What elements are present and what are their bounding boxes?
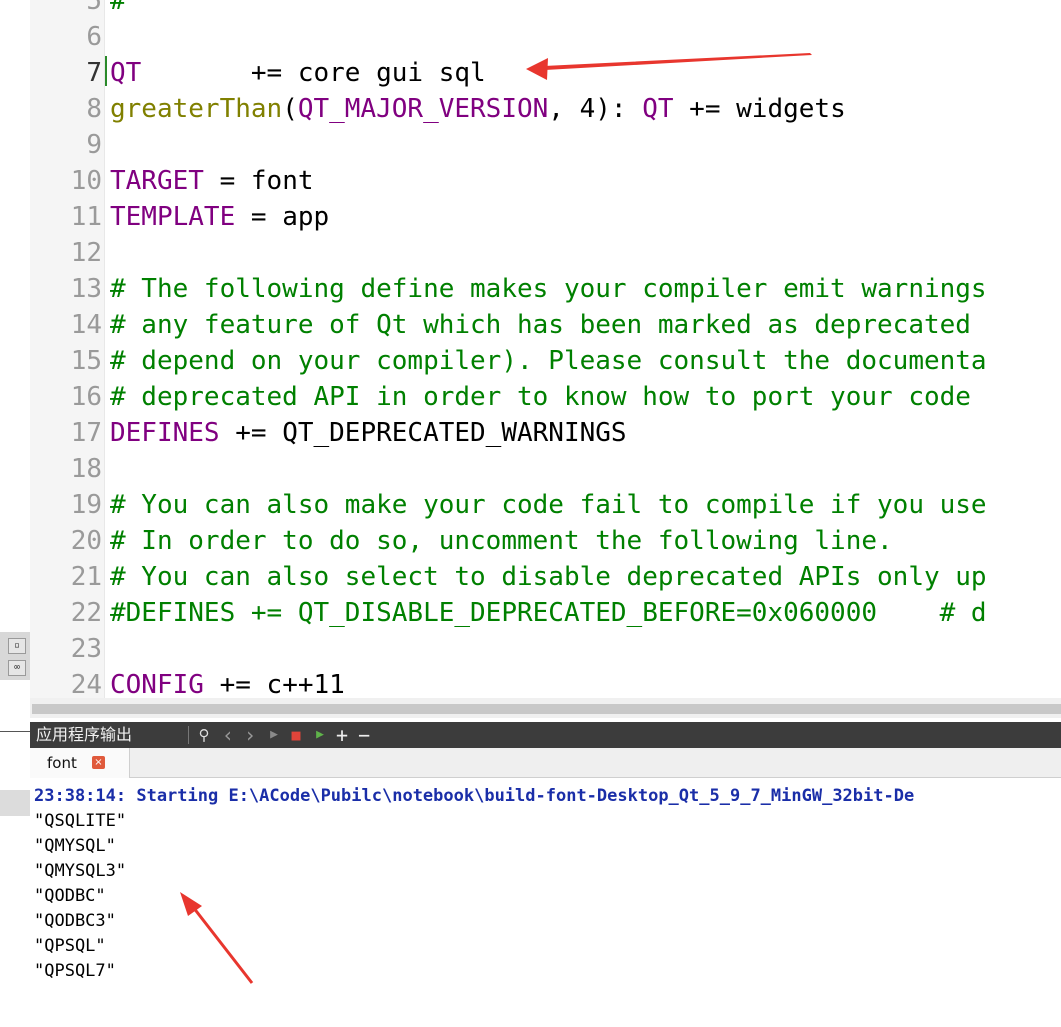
code-token: QT: [110, 58, 142, 88]
qt-creator-window: ▫ ∞ 5 6 7 8 9 10 11 12 13 14 15 16 17 18 19 20 21 22 23 24 …: [0, 0, 1061, 1027]
line-number: 15: [70, 346, 102, 376]
line-number: 16: [70, 382, 102, 412]
chevron-right-icon[interactable]: ›: [240, 722, 260, 748]
code-line[interactable]: QT += core gui sql: [110, 55, 486, 91]
tab-label: font: [47, 754, 77, 772]
code-editor[interactable]: 5 6 7 8 9 10 11 12 13 14 15 16 17 18 19 20 21 22 23 24 # QT …: [30, 0, 1061, 700]
line-number: 7: [86, 58, 102, 88]
scrollbar-thumb[interactable]: [32, 704, 1061, 714]
code-line[interactable]: #: [110, 0, 126, 19]
code-token: #: [110, 0, 126, 16]
code-line[interactable]: #DEFINES += QT_DISABLE_DEPRECATED_BEFORE…: [110, 595, 987, 631]
code-token: # depend on your compiler). Please consu…: [110, 346, 987, 376]
attach-icon[interactable]: ⚲: [194, 722, 214, 748]
line-number: 21: [70, 562, 102, 592]
stop-icon[interactable]: ■: [286, 722, 306, 748]
editor-horizontal-scrollbar[interactable]: [30, 698, 1061, 718]
code-token: += widgets: [673, 94, 846, 124]
left-strip-divider: [0, 731, 30, 732]
line-number: 23: [70, 634, 102, 664]
output-line: "QODBC": [34, 886, 106, 906]
code-token: # You can also make your code fail to co…: [110, 490, 987, 520]
code-line[interactable]: # depend on your compiler). Please consu…: [110, 343, 987, 379]
code-token: += core gui sql: [141, 58, 486, 88]
line-number: 13: [70, 274, 102, 304]
code-token: # In order to do so, uncomment the follo…: [110, 526, 893, 556]
close-icon[interactable]: ×: [92, 756, 105, 769]
output-line: "QODBC3": [34, 911, 116, 931]
text-cursor: [105, 56, 107, 86]
line-number: 18: [70, 454, 102, 484]
line-number: 19: [70, 490, 102, 520]
line-number: 22: [70, 598, 102, 628]
header-separator: [188, 726, 189, 744]
play-icon[interactable]: ▶: [264, 722, 284, 748]
line-number: 20: [70, 526, 102, 556]
code-line[interactable]: # You can also select to disable depreca…: [110, 559, 987, 595]
code-token: QT: [642, 94, 674, 124]
line-number: 12: [70, 238, 102, 268]
code-token: += c++11: [203, 670, 345, 700]
code-token: DEFINES: [110, 418, 220, 448]
output-pane-header: 应用程序输出 ⚲ ‹ › ▶ ■ ▶ + −: [30, 722, 1061, 748]
code-token: QT_MAJOR_VERSION: [297, 94, 549, 124]
line-number: 9: [86, 130, 102, 160]
code-line[interactable]: TEMPLATE = app: [110, 199, 329, 235]
output-tab-bar: font ×: [30, 748, 1061, 778]
code-token: # deprecated API in order to know how to…: [110, 382, 971, 412]
code-token: #DEFINES += QT_DISABLE_DEPRECATED_BEFORE…: [110, 598, 987, 628]
line-number: 24: [70, 670, 102, 700]
code-token: TEMPLATE: [110, 202, 236, 232]
code-token: += QT_DEPRECATED_WARNINGS: [219, 418, 627, 448]
code-token: (: [282, 94, 298, 124]
code-line[interactable]: # You can also make your code fail to co…: [110, 487, 987, 523]
plus-icon[interactable]: +: [332, 722, 352, 748]
output-line: "QPSQL7": [34, 961, 116, 981]
code-line[interactable]: CONFIG += c++11: [110, 667, 345, 700]
left-mode-strip: ▫ ∞: [0, 0, 30, 1027]
code-token: # any feature of Qt which has been marke…: [110, 310, 971, 340]
code-token: = font: [203, 166, 314, 196]
code-line[interactable]: TARGET = font: [110, 163, 314, 199]
left-strip-highlight: [0, 790, 30, 816]
output-pane-title: 应用程序输出: [36, 725, 133, 744]
line-number: 10: [70, 166, 102, 196]
output-line: "QMYSQL": [34, 836, 116, 856]
code-token: greaterThan: [110, 94, 283, 124]
link-icon[interactable]: ∞: [8, 660, 26, 676]
line-number: 17: [70, 418, 102, 448]
line-number: 5: [86, 0, 102, 16]
code-line[interactable]: greaterThan(QT_MAJOR_VERSION, 4): QT += …: [110, 91, 846, 127]
code-line[interactable]: DEFINES += QT_DEPRECATED_WARNINGS: [110, 415, 627, 451]
application-output[interactable]: 23:38:14: Starting E:\ACode\Pubilc\noteb…: [30, 778, 1061, 1027]
code-line[interactable]: # deprecated API in order to know how to…: [110, 379, 971, 415]
output-start-message: 23:38:14: Starting E:\ACode\Pubilc\noteb…: [34, 786, 915, 806]
line-number: 11: [70, 202, 102, 232]
gutter-divider: [104, 0, 105, 700]
code-line[interactable]: # The following define makes your compil…: [110, 271, 987, 307]
chevron-left-icon[interactable]: ‹: [218, 722, 238, 748]
collapse-icon[interactable]: ▫: [8, 638, 26, 654]
code-token: # You can also select to disable depreca…: [110, 562, 987, 592]
code-line[interactable]: # any feature of Qt which has been marke…: [110, 307, 971, 343]
output-line: "QPSQL": [34, 936, 106, 956]
code-token: # The following define makes your compil…: [110, 274, 987, 304]
code-line[interactable]: # In order to do so, uncomment the follo…: [110, 523, 893, 559]
output-line: "QSQLITE": [34, 811, 127, 831]
code-token: = app: [235, 202, 330, 232]
minus-icon[interactable]: −: [354, 722, 374, 748]
line-number: 8: [86, 94, 102, 124]
line-number: 14: [70, 310, 102, 340]
line-number: 6: [86, 22, 102, 52]
debug-run-icon[interactable]: ▶: [310, 722, 330, 748]
tab-font[interactable]: font ×: [30, 748, 130, 778]
code-token: TARGET: [110, 166, 204, 196]
code-token: CONFIG: [110, 670, 204, 700]
code-token: , 4):: [548, 94, 643, 124]
output-line: "QMYSQL3": [34, 861, 127, 881]
